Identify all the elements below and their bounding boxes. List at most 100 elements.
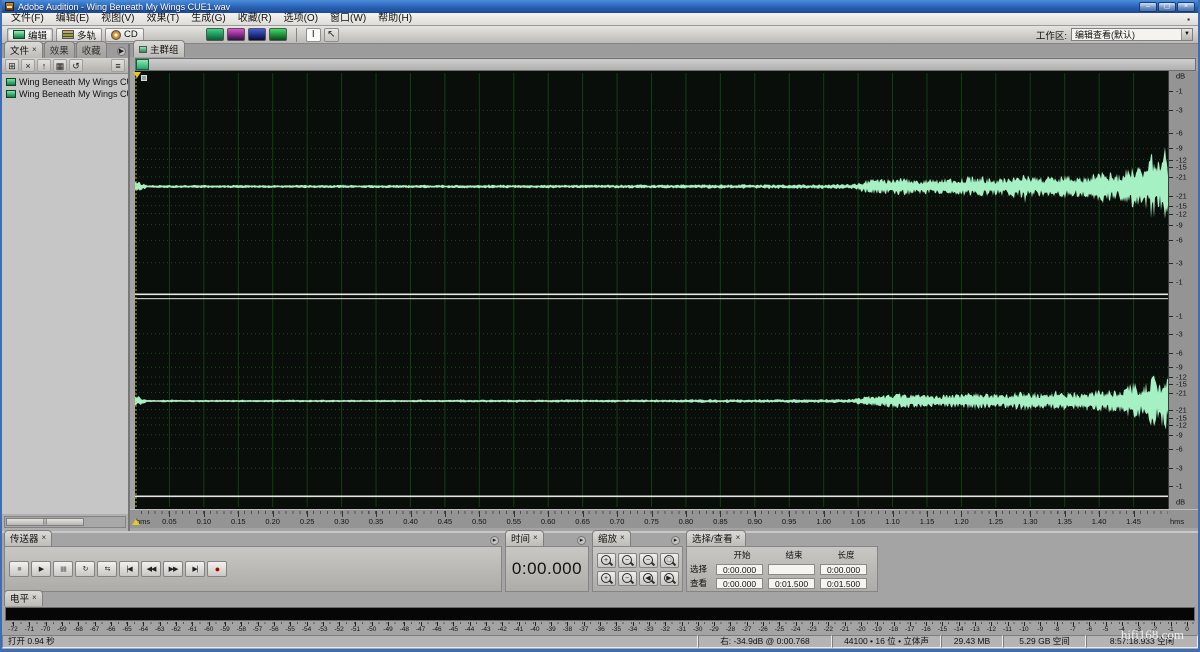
ibeam-icon: I <box>311 29 315 40</box>
close-icon[interactable]: × <box>42 534 47 542</box>
file-list-item[interactable]: Wing Beneath My Wings CUE1 <box>2 76 128 88</box>
zoom-in-vertical-button[interactable]: + <box>596 570 616 586</box>
menu-items: 文件(F) 编辑(E) 视图(V) 效果(T) 生成(G) 收藏(R) 选项(O) 窗口(W)… <box>5 13 418 25</box>
tab-effects[interactable]: 效果 <box>43 41 75 58</box>
pause-button[interactable]: ▮▮ <box>53 561 73 577</box>
spectral-frequency-view-button[interactable] <box>226 28 245 41</box>
refresh-icon[interactable]: ↺ <box>69 59 83 72</box>
selection-start-value[interactable]: 0:00.000 <box>716 563 763 575</box>
tab-favorites[interactable]: 收藏 <box>75 41 107 58</box>
go-to-beginning-button[interactable]: |◀ <box>119 561 139 577</box>
spectral-pan-view-button[interactable] <box>247 28 266 41</box>
menu-item[interactable]: 生成(G) <box>185 13 231 25</box>
workspace-selector: 工作区: 编辑查看(默认) ▼ <box>1036 28 1193 42</box>
waveform-view-button[interactable] <box>205 28 224 41</box>
selection-end-value[interactable] <box>768 563 815 575</box>
go-to-end-button[interactable]: ▶| <box>185 561 205 577</box>
amplitude-ruler[interactable]: dB dB -1 -1 -3 -3 -6 -6 -9 -9 -12 -12 -15 -15 -21 -21 -1… <box>1168 71 1198 509</box>
time-selection-tool-button[interactable]: I <box>305 27 321 42</box>
close-button[interactable]: × <box>1177 1 1195 12</box>
level-scale-label: -34 <box>627 626 638 633</box>
title-bar[interactable]: Adobe Audition - Wing Beneath My Wings C… <box>2 0 1198 13</box>
menu-item[interactable]: 效果(T) <box>140 13 185 25</box>
channel-separator-line <box>135 298 1168 300</box>
zoom-to-selection-left-button[interactable]: ◀ <box>638 570 658 586</box>
db-tick-label: -6 <box>1176 128 1183 138</box>
scrub-icon: ↖ <box>327 29 336 40</box>
menu-item[interactable]: 文件(F) <box>5 13 50 25</box>
zoom-in-horizontal-button[interactable]: + <box>596 552 616 568</box>
scrollbar-thumb[interactable]: ||| <box>6 518 84 526</box>
maximize-button[interactable]: ▢ <box>1158 1 1176 12</box>
rewind-button[interactable]: ◀◀ <box>141 561 161 577</box>
sort-options-icon[interactable]: ≡ <box>111 59 125 72</box>
view-length-value[interactable]: 0:01.500 <box>820 577 867 589</box>
tab-files[interactable]: 文件 × <box>4 41 43 58</box>
timeline-ruler[interactable]: hms hms 0.05 0.10 0.15 0.20 0.25 0.30 0.35 0.40… <box>130 509 1198 528</box>
magnifier-icon: + <box>601 573 611 583</box>
stop-button[interactable]: ■ <box>9 561 29 577</box>
close-icon[interactable]: × <box>736 534 741 542</box>
play-looped-button[interactable]: ↻ <box>75 561 95 577</box>
files-horizontal-scrollbar[interactable]: ||| <box>4 516 126 528</box>
menu-item[interactable]: 选项(O) <box>278 13 324 25</box>
view-end-value[interactable]: 0:01.500 <box>768 577 815 589</box>
tab-overflow-icon[interactable]: ▶ <box>117 47 126 56</box>
playhead-marker-top[interactable] <box>133 72 141 78</box>
multitrack-view-button[interactable]: 多轨 <box>56 27 103 42</box>
zoom-out-full-button[interactable]: − <box>638 552 658 568</box>
zoom-out-horizontal-button[interactable]: − <box>617 552 637 568</box>
overview-range-box[interactable] <box>136 59 149 70</box>
level-meter[interactable] <box>5 607 1195 621</box>
menu-item[interactable]: 编辑(E) <box>50 13 95 25</box>
insert-into-multitrack-icon[interactable]: ↑ <box>37 59 51 72</box>
display-handle[interactable] <box>141 75 147 81</box>
workspace-label: 工作区: <box>1035 30 1067 42</box>
close-icon[interactable]: × <box>32 594 37 602</box>
import-file-icon[interactable]: ⊞ <box>5 59 19 72</box>
record-button[interactable]: ● <box>207 561 227 577</box>
panel-menu-icon[interactable]: ▸ <box>671 536 680 545</box>
close-icon[interactable]: × <box>620 534 625 542</box>
level-scale-label: -54 <box>301 626 312 633</box>
editor-tabs: 主群组 <box>130 40 1198 57</box>
close-file-icon[interactable]: × <box>21 59 35 72</box>
menu-item[interactable]: 帮助(H) <box>372 13 418 25</box>
close-icon[interactable]: × <box>533 534 538 542</box>
close-icon[interactable]: × <box>32 46 37 54</box>
play-button[interactable]: ▶ <box>31 561 51 577</box>
db-tick-label: -6 <box>1176 348 1183 358</box>
file-list-item[interactable]: Wing Beneath My Wings CUE2 <box>2 88 128 100</box>
tab-transport[interactable]: 传送器 × <box>4 530 53 546</box>
menu-item[interactable]: 窗口(W) <box>324 13 372 25</box>
minimize-button[interactable]: – <box>1139 1 1157 12</box>
menu-item[interactable]: 收藏(R) <box>232 13 278 25</box>
playhead-marker-timeline[interactable] <box>132 519 140 525</box>
loop-button[interactable]: ⇆ <box>97 561 117 577</box>
zoom-out-vertical-button[interactable]: − <box>617 570 637 586</box>
tab-levels[interactable]: 电平 × <box>4 590 43 606</box>
zoom-to-selection-right-button[interactable]: ▶ <box>659 570 679 586</box>
edit-view-button[interactable]: 编辑 <box>7 27 54 42</box>
tab-time[interactable]: 时间 × <box>505 530 544 546</box>
zoom-to-selection-button[interactable]: □ <box>659 552 679 568</box>
spectral-phase-view-button[interactable] <box>268 28 287 41</box>
workspace-select[interactable]: 编辑查看(默认) ▼ <box>1071 28 1193 41</box>
timeline-tick-label: 0.65 <box>575 517 590 526</box>
fast-forward-button[interactable]: ▶▶ <box>163 561 183 577</box>
insert-into-cd-icon[interactable]: ▦ <box>53 59 67 72</box>
view-start-value[interactable]: 0:00.000 <box>716 577 763 589</box>
selection-length-value[interactable]: 0:00.000 <box>820 563 867 575</box>
menu-item[interactable]: 视图(V) <box>95 13 140 25</box>
tab-selection-view[interactable]: 选择/查看 × <box>686 530 747 546</box>
tab-zoom[interactable]: 缩放 × <box>592 530 631 546</box>
panel-menu-icon[interactable]: ▸ <box>490 536 499 545</box>
timeline-tick-label: 0.30 <box>334 517 349 526</box>
overview-bar[interactable] <box>135 58 1196 71</box>
tab-main-group[interactable]: 主群组 <box>133 40 185 57</box>
panel-menu-icon[interactable]: ▸ <box>577 536 586 545</box>
scrub-tool-button[interactable]: ↖ <box>323 27 339 42</box>
db-unit-label: dB <box>1176 71 1186 81</box>
time-display[interactable]: 0:00.000 <box>512 559 582 579</box>
waveform-display[interactable] <box>135 71 1168 509</box>
